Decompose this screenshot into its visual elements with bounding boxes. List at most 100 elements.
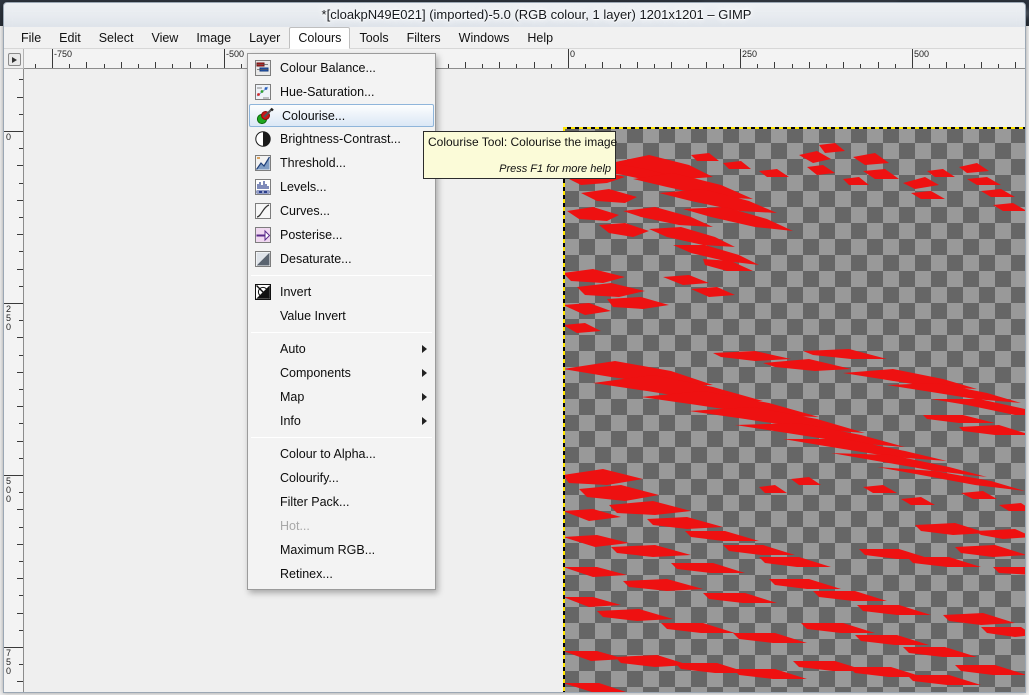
none — [252, 445, 274, 463]
menu-bar: File Edit Select View Image Layer Colours Tools… — [4, 27, 1025, 49]
image-canvas[interactable] — [563, 127, 1025, 692]
horizontal-ruler[interactable]: -750 -500 0 250 500 — [24, 49, 1025, 69]
menu-layer[interactable]: Layer — [240, 27, 289, 49]
menu-item-label: Maximum RGB... — [280, 543, 376, 557]
menu-item-colour-to-alpha[interactable]: Colour to Alpha... — [248, 442, 435, 466]
menu-item-label: Colourify... — [280, 471, 339, 485]
image-menu-button[interactable] — [8, 53, 21, 66]
ruler-label: 750 — [6, 648, 11, 676]
ruler-tick — [206, 64, 208, 68]
menu-label: Image — [196, 31, 232, 45]
menu-item-threshold[interactable]: Threshold... — [248, 151, 435, 175]
none — [252, 307, 274, 325]
menu-item-colourify[interactable]: Colourify... — [248, 466, 435, 490]
none — [252, 412, 274, 430]
ruler-tick — [757, 64, 759, 68]
ruler-tick — [17, 578, 23, 580]
menu-select[interactable]: Select — [90, 27, 143, 49]
hue-saturation-icon — [252, 83, 274, 101]
ruler-tick — [19, 492, 23, 494]
menu-item-auto[interactable]: Auto — [248, 337, 435, 361]
ruler-tick — [138, 64, 139, 68]
menu-item-value-invert[interactable]: Value Invert — [248, 304, 435, 328]
menu-tools[interactable]: Tools — [350, 27, 397, 49]
ruler-tick — [722, 64, 724, 68]
menu-edit[interactable]: Edit — [50, 27, 90, 49]
menu-item-brightness-contrast[interactable]: Brightness-Contrast... — [248, 127, 435, 151]
ruler-major-tick — [4, 475, 23, 476]
menu-item-filter-pack[interactable]: Filter Pack... — [248, 490, 435, 514]
menu-item-label: Retinex... — [280, 567, 333, 581]
colours-dropdown-menu[interactable]: Colour Balance... Hue-Saturation... Colour… — [247, 53, 436, 590]
menu-item-colour-balance[interactable]: Colour Balance... — [248, 56, 435, 80]
ruler-tick — [963, 64, 965, 68]
ruler-tick — [19, 182, 23, 184]
menu-item-map[interactable]: Map — [248, 385, 435, 409]
ruler-tick — [585, 64, 587, 68]
screen: *[cloakpN49E021] (imported)-5.0 (RGB col… — [0, 0, 1029, 695]
menu-colours[interactable]: Colours — [289, 27, 351, 49]
ruler-tick — [17, 543, 23, 545]
menu-label: File — [21, 31, 42, 45]
menu-label: Colours — [298, 31, 342, 45]
menu-help[interactable]: Help — [518, 27, 562, 49]
ruler-tick — [550, 64, 552, 68]
ruler-tick — [17, 199, 23, 201]
menu-label: Filters — [406, 31, 441, 45]
menu-item-hue-saturation[interactable]: Hue-Saturation... — [248, 80, 435, 104]
ruler-major-tick — [224, 49, 225, 68]
menu-filters[interactable]: Filters — [398, 27, 450, 49]
menu-item-posterise[interactable]: Posterise... — [248, 223, 435, 247]
ruler-tick — [791, 64, 793, 68]
ruler-tick — [19, 79, 23, 81]
ruler-tick — [120, 62, 122, 68]
none — [252, 364, 274, 382]
menu-item-label: Posterise... — [280, 228, 343, 242]
desaturate-icon — [252, 250, 274, 268]
ruler-corner[interactable] — [4, 49, 24, 69]
ruler-tick — [1015, 62, 1017, 68]
menu-file[interactable]: File — [12, 27, 50, 49]
triangle-right-icon — [12, 56, 17, 63]
menu-item-label: Components — [280, 366, 351, 380]
menu-item-levels[interactable]: Levels... — [248, 175, 435, 199]
menu-view[interactable]: View — [142, 27, 187, 49]
menu-item-desaturate[interactable]: Desaturate... — [248, 247, 435, 271]
ruler-label: 0 — [570, 49, 576, 59]
tooltip-title: Colourise Tool: Colourise the image — [428, 135, 618, 149]
ruler-label: -500 — [226, 49, 245, 59]
none — [252, 493, 274, 511]
tooltip-hint: Press F1 for more help — [499, 163, 611, 175]
menu-item-colourise[interactable]: Colourise... — [249, 104, 434, 127]
menu-item-retinex[interactable]: Retinex... — [248, 562, 435, 586]
menu-windows[interactable]: Windows — [450, 27, 519, 49]
menu-item-invert[interactable]: Invert — [248, 280, 435, 304]
menu-image[interactable]: Image — [187, 27, 240, 49]
ruler-tick — [19, 457, 23, 459]
ruler-tick — [17, 337, 23, 339]
menu-item-label: Invert — [280, 285, 312, 299]
ruler-tick — [155, 62, 157, 68]
menu-item-info[interactable]: Info — [248, 409, 435, 433]
ruler-tick — [19, 285, 23, 287]
menu-item-maximum-rgb[interactable]: Maximum RGB... — [248, 538, 435, 562]
menu-item-components[interactable]: Components — [248, 361, 435, 385]
vertical-ruler[interactable]: 0 250 500 750 — [4, 69, 24, 692]
ruler-tick — [877, 62, 879, 68]
ruler-major-tick — [912, 49, 913, 68]
ruler-tick — [17, 165, 23, 167]
ruler-tick — [86, 62, 88, 68]
chevron-right-icon — [422, 369, 427, 377]
menu-label: Tools — [359, 31, 389, 45]
ruler-tick — [929, 64, 931, 68]
ruler-tick — [17, 681, 23, 683]
menu-item-curves[interactable]: Curves... — [248, 199, 435, 223]
ruler-tick — [860, 64, 862, 68]
ruler-tick — [19, 354, 23, 356]
invert-icon — [252, 283, 274, 301]
ruler-label: 0 — [6, 132, 11, 142]
ruler-label: 250 — [742, 49, 758, 59]
ruler-tick — [34, 64, 36, 68]
ruler-tick — [19, 629, 23, 631]
menu-item-label: Hot... — [280, 519, 310, 533]
